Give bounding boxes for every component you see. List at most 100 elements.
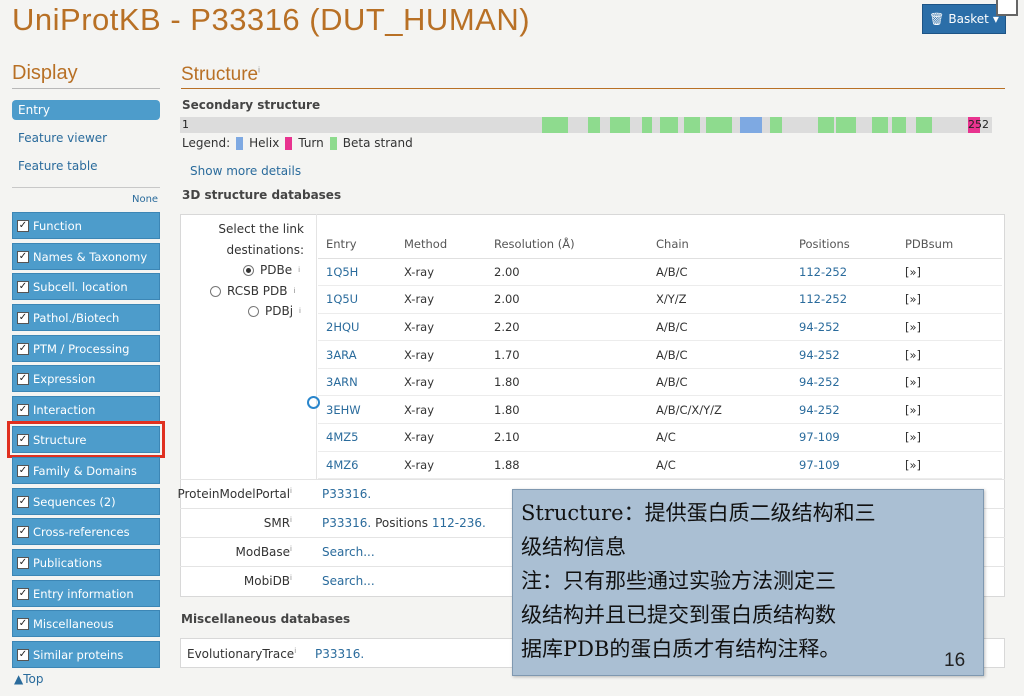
- positions-link[interactable]: 94-252: [791, 340, 897, 369]
- radio-rcsb-pdb[interactable]: RCSB PDB i: [210, 284, 295, 298]
- positions-link[interactable]: 112-252: [791, 258, 897, 287]
- section-family-domains[interactable]: ✓ Family & Domains: [12, 457, 160, 484]
- beta-strand-segment[interactable]: [916, 117, 932, 133]
- pdb-entry-link[interactable]: 3EHW: [318, 395, 396, 425]
- info-icon[interactable]: i: [290, 545, 292, 553]
- db-link[interactable]: P33316.: [322, 487, 371, 501]
- column-header[interactable]: Resolution (Å): [486, 230, 648, 259]
- radio-pdbj[interactable]: PDBj i: [248, 304, 301, 318]
- section-sequences[interactable]: ✓ Sequences (2): [12, 488, 160, 515]
- checkbox-icon[interactable]: ✓: [17, 587, 29, 600]
- pdbsum-link[interactable]: [»]: [897, 313, 1002, 342]
- db-link[interactable]: P33316.: [322, 516, 371, 530]
- pdb-entry-link[interactable]: 1Q5H: [318, 258, 396, 287]
- positions-link[interactable]: 112-252: [791, 285, 897, 314]
- positions-link[interactable]: 97-109: [791, 451, 897, 480]
- info-icon[interactable]: i: [290, 487, 292, 495]
- pdb-entry-link[interactable]: 1Q5U: [318, 285, 396, 314]
- beta-strand-segment[interactable]: [660, 117, 678, 133]
- pdb-entry-link[interactable]: 3ARA: [318, 340, 396, 369]
- beta-strand-segment[interactable]: [836, 117, 856, 133]
- feature-viewer-link[interactable]: Feature viewer: [18, 131, 107, 145]
- info-icon[interactable]: i: [298, 266, 300, 274]
- section-interaction[interactable]: ✓ Interaction: [12, 396, 160, 423]
- section-structure[interactable]: ✓ Structure: [7, 421, 165, 458]
- beta-strand-segment[interactable]: [872, 117, 888, 133]
- positions-link[interactable]: 97-109: [791, 423, 897, 452]
- section-entry-information[interactable]: ✓ Entry information: [12, 580, 160, 607]
- column-header[interactable]: Method: [396, 230, 486, 259]
- positions-link[interactable]: 112-236.: [432, 516, 486, 530]
- beta-strand-segment[interactable]: [610, 117, 630, 133]
- pdb-entry-link[interactable]: 4MZ5: [318, 423, 396, 452]
- section-function[interactable]: ✓ Function: [12, 212, 160, 239]
- checkbox-icon[interactable]: ✓: [17, 495, 29, 508]
- beta-strand-segment[interactable]: [706, 117, 732, 133]
- section-publications[interactable]: ✓ Publications: [12, 549, 160, 576]
- checkbox-icon[interactable]: ✓: [17, 342, 29, 355]
- radio-pdbe[interactable]: PDBe i: [243, 263, 300, 277]
- pdbsum-link[interactable]: [»]: [897, 451, 1002, 480]
- radio-button[interactable]: [248, 305, 259, 317]
- beta-strand-segment[interactable]: [818, 117, 834, 133]
- feature-table-link[interactable]: Feature table: [18, 159, 98, 173]
- section-ptm-processing[interactable]: ✓ PTM / Processing: [12, 335, 160, 362]
- checkbox-icon[interactable]: ✓: [17, 648, 29, 661]
- section-subcell-location[interactable]: ✓ Subcell. location: [12, 273, 160, 300]
- secondary-structure-track[interactable]: [180, 117, 992, 133]
- pdbsum-link[interactable]: [»]: [897, 340, 1002, 369]
- column-header[interactable]: PDBsum: [897, 230, 1002, 259]
- info-icon[interactable]: i: [294, 647, 296, 655]
- radio-button[interactable]: [210, 285, 221, 297]
- positions-link[interactable]: 94-252: [791, 395, 897, 425]
- section-names-taxonomy[interactable]: ✓ Names & Taxonomy: [12, 243, 160, 270]
- helix-segment[interactable]: [740, 117, 762, 133]
- pdbsum-link[interactable]: [»]: [897, 285, 1002, 314]
- checkbox-icon[interactable]: ✓: [17, 464, 29, 477]
- checkbox-icon[interactable]: ✓: [17, 372, 29, 385]
- checkbox-icon[interactable]: ✓: [17, 311, 29, 324]
- pdb-entry-link[interactable]: 2HQU: [318, 313, 396, 342]
- section-miscellaneous[interactable]: ✓ Miscellaneous: [12, 610, 160, 637]
- info-icon[interactable]: i: [290, 574, 292, 582]
- checkbox-icon[interactable]: ✓: [17, 219, 29, 232]
- checkbox-icon[interactable]: ✓: [17, 525, 29, 538]
- pdbsum-link[interactable]: [»]: [897, 258, 1002, 287]
- checkbox-icon[interactable]: ✓: [17, 403, 29, 416]
- positions-link[interactable]: 94-252: [791, 313, 897, 342]
- select-none-link[interactable]: None: [132, 194, 158, 205]
- section-similar-proteins[interactable]: ✓ Similar proteins: [12, 641, 160, 668]
- beta-strand-segment[interactable]: [892, 117, 906, 133]
- db-link[interactable]: Search...: [322, 545, 375, 559]
- info-icon[interactable]: i: [299, 307, 301, 315]
- info-icon[interactable]: i: [258, 66, 260, 75]
- column-header[interactable]: Positions: [791, 230, 897, 259]
- positions-link[interactable]: 94-252: [791, 368, 897, 397]
- beta-strand-segment[interactable]: [588, 117, 600, 133]
- checkbox-icon[interactable]: ✓: [17, 617, 29, 630]
- section-expression[interactable]: ✓ Expression: [12, 365, 160, 392]
- basket-button[interactable]: 🗑 Basket ▾: [922, 4, 1006, 34]
- entry-button[interactable]: Entry: [12, 100, 160, 120]
- info-icon[interactable]: i: [290, 516, 292, 524]
- db-link[interactable]: Search...: [322, 574, 375, 588]
- show-more-details-link[interactable]: Show more details: [190, 164, 301, 178]
- beta-strand-segment[interactable]: [542, 117, 568, 133]
- column-header[interactable]: Entry: [318, 230, 396, 259]
- pdbsum-link[interactable]: [»]: [897, 395, 1002, 425]
- checkbox-icon[interactable]: ✓: [17, 433, 29, 446]
- column-header[interactable]: Chain: [648, 230, 791, 259]
- pdb-entry-link[interactable]: 3ARN: [318, 368, 396, 397]
- pdb-entry-link[interactable]: 4MZ6: [318, 451, 396, 480]
- beta-strand-segment[interactable]: [770, 117, 782, 133]
- pdbsum-link[interactable]: [»]: [897, 368, 1002, 397]
- section-cross-references[interactable]: ✓ Cross-references: [12, 518, 160, 545]
- info-icon[interactable]: i: [294, 287, 296, 295]
- beta-strand-segment[interactable]: [684, 117, 700, 133]
- back-to-top-link[interactable]: ▲Top: [14, 672, 43, 686]
- db-link[interactable]: P33316.: [315, 647, 364, 661]
- checkbox-icon[interactable]: ✓: [17, 280, 29, 293]
- beta-strand-segment[interactable]: [642, 117, 652, 133]
- section-pathol-biotech[interactable]: ✓ Pathol./Biotech: [12, 304, 160, 331]
- checkbox-icon[interactable]: ✓: [17, 250, 29, 263]
